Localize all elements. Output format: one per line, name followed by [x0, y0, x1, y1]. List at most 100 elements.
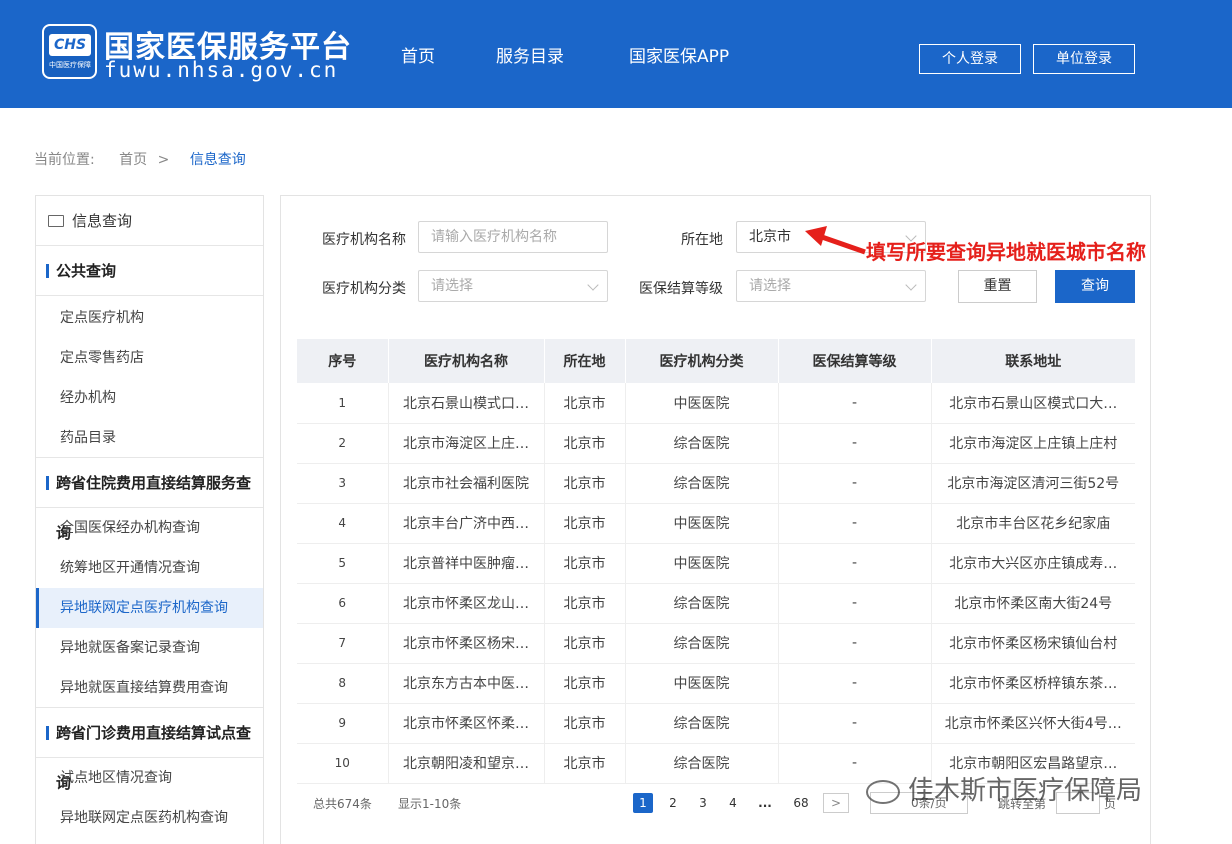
breadcrumb-current: 信息查询	[189, 152, 246, 168]
chs-logo[interactable]: CHS 中国医疗保障	[42, 24, 97, 79]
col-header-address: 联系地址	[931, 339, 1135, 383]
category-label: 医疗机构分类	[322, 281, 406, 297]
wechat-icon	[866, 779, 900, 804]
cell-index: 5	[297, 543, 389, 584]
cell-address: 北京市石景山区模式口大…	[931, 383, 1135, 424]
cell-name[interactable]: 北京市海淀区上庄…	[388, 423, 545, 464]
cell-category: 中医医院	[625, 503, 779, 544]
col-header-location: 所在地	[544, 339, 626, 383]
settlement-level-select[interactable]: 请选择	[736, 270, 926, 302]
cell-location: 北京市	[544, 663, 626, 704]
table-row[interactable]: 1 北京石景山模式口… 北京市 中医医院 - 北京市石景山区模式口大…	[297, 383, 1135, 424]
table-row[interactable]: 6 北京市怀柔区龙山… 北京市 综合医院 - 北京市怀柔区南大街24号	[297, 583, 1135, 624]
cell-location: 北京市	[544, 703, 626, 744]
location-value: 北京市	[749, 229, 791, 245]
cell-location: 北京市	[544, 423, 626, 464]
sidebar-section-inpatient[interactable]: 跨省住院费用直接结算服务查询	[36, 458, 263, 542]
cell-index: 7	[297, 623, 389, 664]
sidebar-header: 信息查询	[36, 196, 263, 246]
page-button[interactable]: 3	[693, 793, 713, 813]
breadcrumb-prefix: 当前位置:	[34, 152, 95, 168]
sidebar-item-filing-records[interactable]: 异地就医备案记录查询	[36, 628, 263, 668]
top-header: CHS 中国医疗保障 国家医保服务平台 fuwu.nhsa.gov.cn 首页 …	[0, 0, 1232, 108]
sidebar-item-region-status[interactable]: 统筹地区开通情况查询	[36, 548, 263, 588]
sidebar-item-settlement-costs[interactable]: 异地就医直接结算费用查询	[36, 668, 263, 708]
page-button[interactable]: 1	[633, 793, 653, 813]
sidebar-item-networked-pharmacies[interactable]: 异地联网定点医药机构查询	[36, 798, 263, 838]
nav-home[interactable]: 首页	[401, 42, 435, 67]
cell-location: 北京市	[544, 583, 626, 624]
query-button[interactable]: 查询	[1055, 270, 1135, 303]
sidebar-item-agencies[interactable]: 经办机构	[36, 378, 263, 418]
table-row[interactable]: 2 北京市海淀区上庄… 北京市 综合医院 - 北京市海淀区上庄镇上庄村	[297, 423, 1135, 464]
cell-category: 综合医院	[625, 623, 779, 664]
institution-name-input[interactable]: 请输入医疗机构名称	[418, 221, 608, 253]
col-header-index: 序号	[297, 339, 389, 383]
table-row[interactable]: 5 北京普祥中医肿瘤… 北京市 中医医院 - 北京市大兴区亦庄镇成寿…	[297, 543, 1135, 584]
category-select[interactable]: 请选择	[418, 270, 608, 302]
cell-name[interactable]: 北京市怀柔区杨宋…	[388, 623, 545, 664]
sidebar-section-outpatient[interactable]: 跨省门诊费用直接结算试点查询	[36, 708, 263, 792]
nav-app[interactable]: 国家医保APP	[629, 42, 729, 67]
cell-name[interactable]: 北京东方古本中医…	[388, 663, 545, 704]
page-button-last[interactable]: 68	[789, 793, 813, 813]
nav-service-catalog[interactable]: 服务目录	[496, 42, 564, 67]
sidebar-item-pilot-regions[interactable]: 试点地区情况查询	[36, 758, 263, 798]
page-button[interactable]: 4	[723, 793, 743, 813]
red-arrow-icon	[805, 226, 866, 255]
breadcrumb-separator-icon: >	[157, 152, 170, 168]
cell-level: -	[778, 423, 932, 464]
col-header-category: 医疗机构分类	[625, 339, 779, 383]
cell-address: 北京市怀柔区杨宋镇仙台村	[931, 623, 1135, 664]
cell-index: 3	[297, 463, 389, 504]
sidebar-item-designated-pharmacy[interactable]: 定点零售药店	[36, 338, 263, 378]
sidebar-item-networked-hospitals[interactable]: 异地联网定点医疗机构查询	[36, 588, 263, 628]
cell-index: 8	[297, 663, 389, 704]
cell-name[interactable]: 北京市社会福利医院	[388, 463, 545, 504]
cell-address: 北京市怀柔区桥梓镇东茶…	[931, 663, 1135, 704]
cell-address: 北京市大兴区亦庄镇成寿…	[931, 543, 1135, 584]
sidebar-item-designated-medical[interactable]: 定点医疗机构	[36, 298, 263, 338]
table-row[interactable]: 3 北京市社会福利医院 北京市 综合医院 - 北京市海淀区清河三街52号	[297, 463, 1135, 504]
sidebar-item-drug-catalog[interactable]: 药品目录	[36, 418, 263, 458]
cell-name[interactable]: 北京石景山模式口…	[388, 383, 545, 424]
cell-name[interactable]: 北京朝阳凌和望京…	[388, 743, 545, 784]
unit-login-button[interactable]: 单位登录	[1033, 44, 1135, 74]
cell-name[interactable]: 北京市怀柔区怀柔…	[388, 703, 545, 744]
table-row[interactable]: 7 北京市怀柔区杨宋… 北京市 综合医院 - 北京市怀柔区杨宋镇仙台村	[297, 623, 1135, 664]
sidebar-item-national-agencies[interactable]: 全国医保经办机构查询	[36, 508, 263, 548]
cell-location: 北京市	[544, 503, 626, 544]
logo-mark: CHS	[49, 34, 91, 56]
cell-level: -	[778, 543, 932, 584]
cell-address: 北京市怀柔区南大街24号	[931, 583, 1135, 624]
site-url: fuwu.nhsa.gov.cn	[104, 58, 339, 82]
cell-index: 4	[297, 503, 389, 544]
location-label: 所在地	[681, 232, 723, 248]
reset-button[interactable]: 重置	[958, 270, 1037, 303]
personal-login-button[interactable]: 个人登录	[919, 44, 1021, 74]
table-row[interactable]: 4 北京丰台广济中西… 北京市 中医医院 - 北京市丰台区花乡纪家庙	[297, 503, 1135, 544]
showing-range: 显示1-10条	[398, 797, 462, 811]
settlement-level-placeholder: 请选择	[749, 278, 791, 294]
cell-category: 中医医院	[625, 543, 779, 584]
cell-name[interactable]: 北京丰台广济中西…	[388, 503, 545, 544]
table-header-row: 序号 医疗机构名称 所在地 医疗机构分类 医保结算等级 联系地址	[297, 339, 1135, 383]
cell-location: 北京市	[544, 543, 626, 584]
page-button[interactable]: 2	[663, 793, 683, 813]
cell-name[interactable]: 北京市怀柔区龙山…	[388, 583, 545, 624]
watermark-text: 佳木斯市医疗保障局	[908, 776, 1143, 806]
cell-name[interactable]: 北京普祥中医肿瘤…	[388, 543, 545, 584]
col-header-level: 医保结算等级	[778, 339, 932, 383]
cell-category: 中医医院	[625, 663, 779, 704]
sidebar-section-public[interactable]: 公共查询	[36, 246, 263, 296]
table-row[interactable]: 8 北京东方古本中医… 北京市 中医医院 - 北京市怀柔区桥梓镇东茶…	[297, 663, 1135, 704]
next-page-button[interactable]: >	[823, 793, 849, 813]
annotation-text: 填写所要查询异地就医城市名称	[866, 240, 1146, 264]
sidebar-header-label: 信息查询	[72, 212, 133, 230]
breadcrumb-home[interactable]: 首页	[119, 152, 147, 168]
table-row[interactable]: 9 北京市怀柔区怀柔… 北京市 综合医院 - 北京市怀柔区兴怀大街4号…	[297, 703, 1135, 744]
cell-category: 综合医院	[625, 743, 779, 784]
cell-level: -	[778, 663, 932, 704]
cell-category: 中医医院	[625, 383, 779, 424]
cell-address: 北京市海淀区上庄镇上庄村	[931, 423, 1135, 464]
